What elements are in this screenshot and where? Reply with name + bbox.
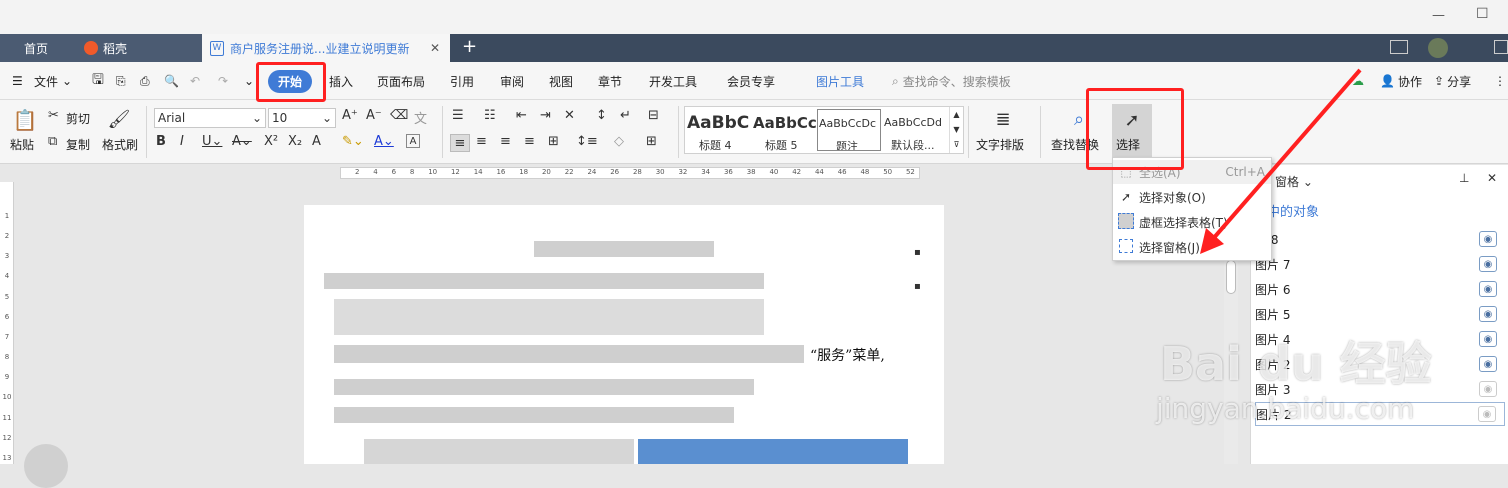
annotation-arrow bbox=[1200, 68, 1362, 254]
